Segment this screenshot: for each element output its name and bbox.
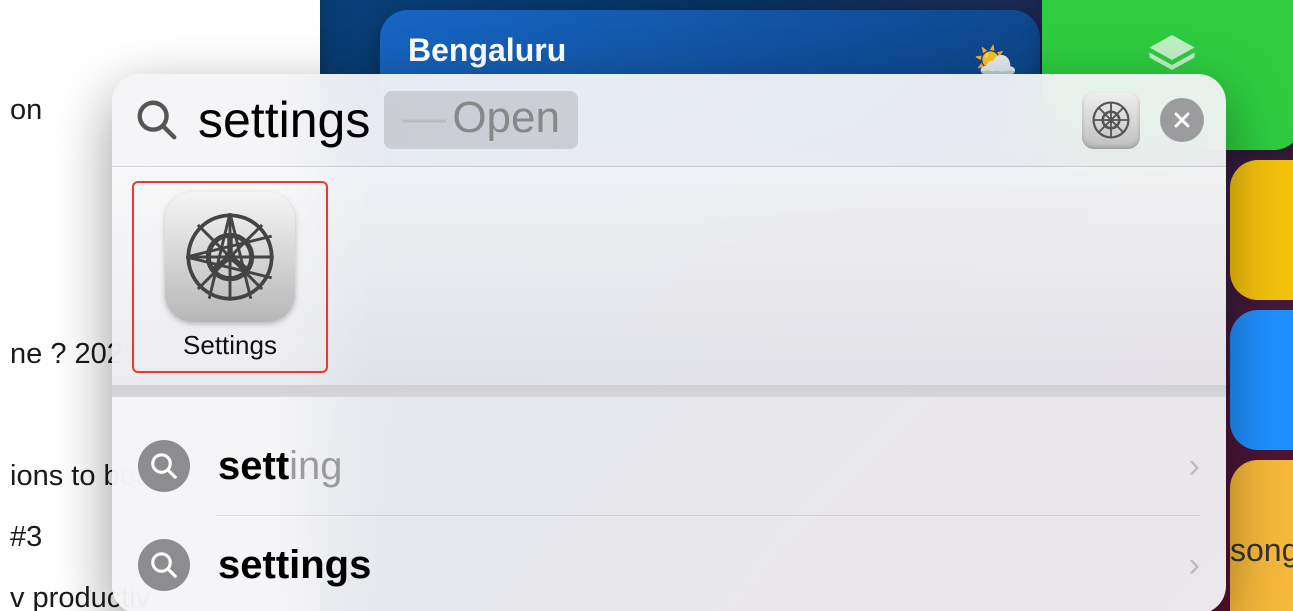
spotlight-panel: settings — Open <box>112 74 1226 611</box>
top-hit-thumbnail[interactable] <box>1082 91 1140 149</box>
search-icon <box>149 550 179 580</box>
suggestion-text: settings <box>218 543 371 588</box>
gear-icon <box>180 207 280 307</box>
chevron-right-icon: › <box>1189 546 1200 585</box>
search-suggestion-icon <box>138 440 190 492</box>
top-hit-section: Settings <box>112 167 1226 385</box>
search-input[interactable]: settings — Open <box>198 91 578 149</box>
suggestion-text: setting <box>218 444 343 489</box>
search-query: settings <box>198 91 370 149</box>
desktop: on ne ? 2021 ions to boo #3 v productiv … <box>0 0 1293 611</box>
chevron-right-icon: › <box>1189 447 1200 486</box>
top-hit-app[interactable]: Settings <box>132 181 328 373</box>
top-hit-label: Settings <box>183 330 277 361</box>
clear-button[interactable] <box>1160 98 1204 142</box>
search-icon <box>134 97 180 143</box>
weather-city: Bengaluru <box>408 32 1012 69</box>
suggestion-row[interactable]: setting › <box>112 417 1226 515</box>
open-hint-text: Open <box>452 93 560 143</box>
blue-widget <box>1230 310 1293 450</box>
search-icon <box>149 451 179 481</box>
close-icon <box>1172 110 1192 130</box>
settings-app-icon <box>165 192 295 322</box>
search-suggestion-icon <box>138 539 190 591</box>
suggestion-row[interactable]: settings › <box>112 516 1226 611</box>
section-divider <box>112 385 1226 397</box>
gear-icon <box>1089 98 1133 142</box>
spotlight-header: settings — Open <box>112 74 1226 166</box>
open-hint: — Open <box>384 91 578 149</box>
suggestions-section: setting › settings › <box>112 397 1226 611</box>
song-widget: song <box>1230 460 1293 611</box>
song-label: song <box>1230 532 1293 569</box>
yellow-widget <box>1230 160 1293 300</box>
